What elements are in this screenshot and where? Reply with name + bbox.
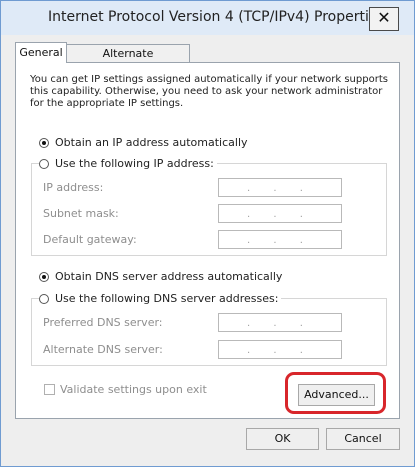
ip-dots: . . . — [247, 183, 313, 194]
obtain-dns-auto-radio[interactable]: Obtain DNS server address automatically — [39, 270, 282, 283]
preferred-dns-input[interactable]: . . . — [218, 313, 342, 332]
use-following-ip-radio[interactable]: Use the following IP address: — [39, 157, 217, 170]
use-following-dns-radio[interactable]: Use the following DNS server addresses: — [39, 292, 282, 305]
default-gateway-input[interactable]: . . . — [218, 230, 342, 249]
ip-address-label: IP address: — [43, 181, 104, 194]
radio-label: Obtain DNS server address automatically — [55, 270, 283, 283]
ip-dots: . . . — [247, 318, 313, 329]
preferred-dns-label: Preferred DNS server: — [43, 316, 163, 329]
alternate-dns-input[interactable]: . . . — [218, 340, 342, 359]
subnet-mask-input[interactable]: . . . — [218, 204, 342, 223]
ok-button[interactable]: OK — [246, 428, 319, 450]
alternate-dns-label: Alternate DNS server: — [43, 343, 163, 356]
ip-address-input[interactable]: . . . — [218, 178, 342, 197]
validate-settings-checkbox[interactable]: Validate settings upon exit — [44, 383, 207, 396]
checkbox-box — [44, 384, 55, 395]
button-label: Cancel — [344, 432, 382, 445]
tab-alternate-configuration[interactable]: Alternate Configuration — [66, 44, 190, 78]
checkbox-label: Validate settings upon exit — [60, 383, 207, 396]
subnet-mask-label: Subnet mask: — [43, 207, 119, 220]
default-gateway-label: Default gateway: — [43, 233, 137, 246]
close-button[interactable]: ✕ — [369, 7, 399, 31]
radio-selected-icon — [39, 137, 49, 148]
obtain-ip-auto-radio[interactable]: Obtain an IP address automatically — [39, 136, 248, 149]
button-label: OK — [274, 432, 291, 445]
ip-dots: . . . — [247, 209, 313, 220]
description-text: You can get IP settings assigned automat… — [30, 74, 388, 109]
radio-label: Obtain an IP address automatically — [55, 136, 248, 149]
radio-unselected-icon — [39, 293, 49, 304]
title-bar[interactable]: Internet Protocol Version 4 (TCP/IPv4) P… — [1, 1, 414, 35]
close-icon: ✕ — [377, 8, 391, 27]
cancel-button[interactable]: Cancel — [326, 428, 400, 450]
highlight-circle-annotation — [285, 372, 386, 414]
tab-general[interactable]: General — [15, 42, 67, 63]
tab-label: General — [19, 46, 63, 59]
radio-label: Use the following IP address: — [55, 157, 214, 170]
radio-label: Use the following DNS server addresses: — [55, 292, 279, 305]
ip-dots: . . . — [247, 345, 313, 356]
window-title: Internet Protocol Version 4 (TCP/IPv4) P… — [48, 9, 385, 25]
ip-dots: . . . — [247, 235, 313, 246]
radio-selected-icon — [39, 271, 49, 282]
radio-unselected-icon — [39, 158, 49, 169]
